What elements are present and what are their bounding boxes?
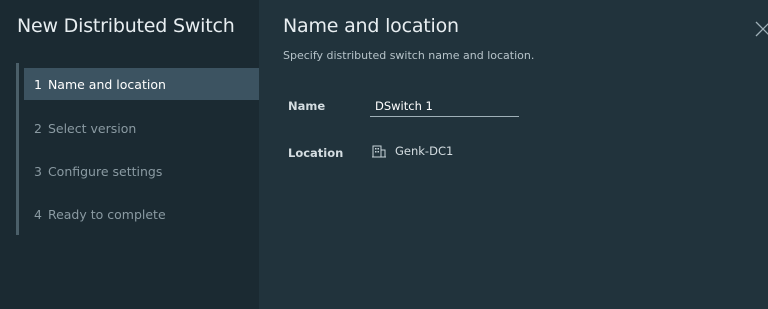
wizard-steps: 1 Name and location 2 Select version 3 C…	[16, 63, 261, 235]
close-icon	[755, 21, 768, 37]
step-label: Ready to complete	[47, 206, 166, 222]
wizard-title: New Distributed Switch	[17, 15, 235, 37]
wizard-content: Name and location Specify distributed sw…	[259, 0, 768, 309]
step-name-and-location[interactable]: 1 Name and location	[24, 68, 261, 100]
wizard-sidebar: New Distributed Switch 1 Name and locati…	[0, 0, 261, 309]
step-number: 2	[34, 120, 42, 136]
location-label: Location	[288, 146, 344, 160]
location-value[interactable]: Genk-DC1	[372, 144, 453, 158]
step-label: Name and location	[47, 76, 166, 92]
step-select-version[interactable]: 2 Select version	[24, 112, 261, 144]
step-ready-to-complete[interactable]: 4 Ready to complete	[24, 198, 261, 230]
step-number: 3	[34, 163, 42, 179]
close-button[interactable]	[754, 18, 768, 38]
step-label: Select version	[47, 120, 137, 136]
datacenter-icon	[372, 145, 386, 158]
location-text: Genk-DC1	[395, 144, 454, 158]
page-title: Name and location	[283, 15, 459, 37]
step-number: 1	[34, 76, 42, 92]
step-number: 4	[34, 206, 42, 222]
name-label: Name	[288, 99, 326, 113]
name-input[interactable]	[370, 95, 519, 117]
step-configure-settings[interactable]: 3 Configure settings	[24, 155, 261, 187]
page-subtitle: Specify distributed switch name and loca…	[283, 49, 535, 62]
step-label: Configure settings	[47, 163, 163, 179]
